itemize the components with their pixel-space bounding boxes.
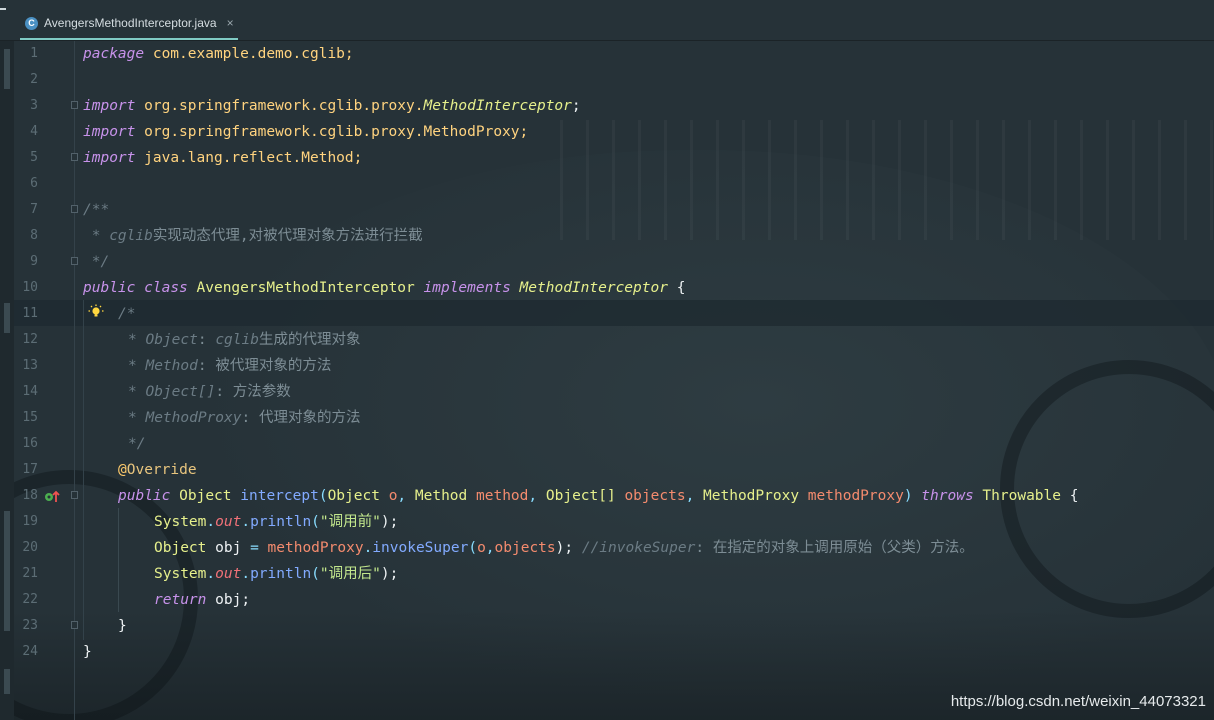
- code-line-10[interactable]: public class AvengersMethodInterceptor i…: [83, 275, 685, 301]
- left-tool-strip: [0, 41, 14, 720]
- close-icon[interactable]: ×: [227, 16, 234, 30]
- code-line-14[interactable]: * Object[]: 方法参数: [128, 379, 291, 405]
- line-number: 15: [22, 410, 38, 425]
- code-line-1[interactable]: package com.example.demo.cglib;: [83, 41, 354, 67]
- editor-tab-bar: C AvengersMethodInterceptor.java ×: [0, 0, 1214, 41]
- code-line-4[interactable]: import org.springframework.cglib.proxy.M…: [83, 119, 528, 145]
- code-line-22[interactable]: return obj;: [154, 587, 250, 613]
- code-line-24[interactable]: }: [83, 639, 92, 665]
- line-number: 12: [22, 332, 38, 347]
- line-number: 23: [22, 618, 38, 633]
- code-line-11[interactable]: /*: [118, 301, 135, 327]
- code-line-3[interactable]: import org.springframework.cglib.proxy.M…: [83, 93, 581, 119]
- line-number: 5: [30, 150, 38, 165]
- line-number: 22: [22, 592, 38, 607]
- line-number: 6: [30, 176, 38, 191]
- code-line-5[interactable]: import java.lang.reflect.Method;: [83, 145, 362, 171]
- line-number: 10: [22, 280, 38, 295]
- line-number: 9: [30, 254, 38, 269]
- fold-marker[interactable]: [71, 621, 78, 629]
- code-line-19[interactable]: System.out.println("调用前");: [154, 509, 398, 535]
- line-number: 16: [22, 436, 38, 451]
- code-line-17[interactable]: @Override: [118, 457, 197, 483]
- code-line-21[interactable]: System.out.println("调用后");: [154, 561, 398, 587]
- line-number: 20: [22, 540, 38, 555]
- line-number: 3: [30, 98, 38, 113]
- current-line-highlight: [14, 300, 1214, 326]
- window-corner: [0, 8, 6, 10]
- gutter-divider: [74, 41, 75, 720]
- line-number: 21: [22, 566, 38, 581]
- code-line-16[interactable]: */: [128, 431, 145, 457]
- line-number: 1: [30, 46, 38, 61]
- line-number: 8: [30, 228, 38, 243]
- line-number: 18: [22, 488, 38, 503]
- code-line-18[interactable]: public Object intercept(Object o, Method…: [118, 483, 1078, 509]
- bulb-icon[interactable]: [88, 304, 104, 324]
- code-line-7[interactable]: /**: [83, 197, 109, 223]
- fold-marker[interactable]: [71, 153, 78, 161]
- watermark: https://blog.csdn.net/weixin_44073321: [950, 693, 1206, 710]
- line-number: 14: [22, 384, 38, 399]
- fold-marker[interactable]: [71, 491, 78, 499]
- java-class-icon: C: [25, 16, 38, 30]
- fold-marker[interactable]: [71, 205, 78, 213]
- tab-avengers-method-interceptor[interactable]: C AvengersMethodInterceptor.java ×: [20, 8, 238, 40]
- line-number: 19: [22, 514, 38, 529]
- code-line-20[interactable]: Object obj = methodProxy.invokeSuper(o,o…: [154, 535, 974, 561]
- code-line-13[interactable]: * Method: 被代理对象的方法: [128, 353, 331, 379]
- line-number: 17: [22, 462, 38, 477]
- override-method-icon[interactable]: [44, 490, 60, 507]
- code-line-15[interactable]: * MethodProxy: 代理对象的方法: [128, 405, 360, 431]
- code-line-23[interactable]: }: [118, 613, 127, 639]
- line-number: 13: [22, 358, 38, 373]
- code-line-12[interactable]: * Object: cglib生成的代理对象: [128, 327, 360, 353]
- fold-marker[interactable]: [71, 101, 78, 109]
- line-number: 2: [30, 72, 38, 87]
- line-number: 11: [22, 306, 38, 321]
- fold-marker[interactable]: [71, 257, 78, 265]
- code-line-9[interactable]: */: [83, 249, 109, 275]
- line-number: 24: [22, 644, 38, 659]
- line-number: 7: [30, 202, 38, 217]
- code-line-8[interactable]: * cglib实现动态代理,对被代理对象方法进行拦截: [83, 223, 423, 249]
- line-number: 4: [30, 124, 38, 139]
- tab-filename: AvengersMethodInterceptor.java: [44, 16, 217, 30]
